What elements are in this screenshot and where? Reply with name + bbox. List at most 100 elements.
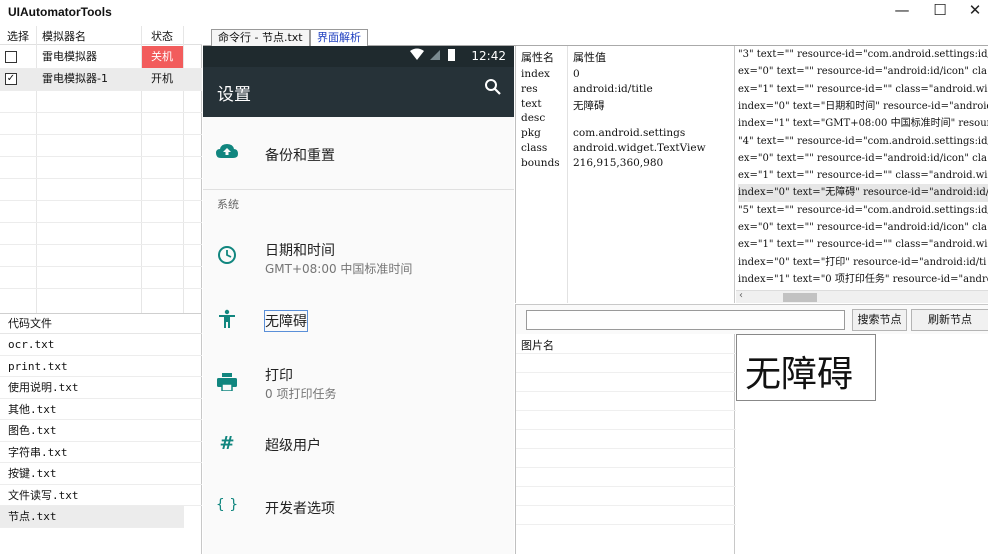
emulator-checkbox[interactable]: ✓ bbox=[5, 73, 17, 85]
property-row[interactable]: pkg com.android.settings bbox=[516, 127, 736, 142]
minimize-button[interactable]: — bbox=[883, 0, 921, 22]
xml-line[interactable]: ex="0" text="" resource-id="android:id/i… bbox=[738, 150, 987, 167]
maximize-button[interactable]: ☐ bbox=[921, 0, 959, 22]
xml-line[interactable]: ex="1" text="" resource-id="" class="and… bbox=[738, 81, 988, 98]
scrollbar-thumb[interactable] bbox=[783, 293, 817, 302]
property-row[interactable]: text 无障碍 bbox=[516, 98, 736, 113]
property-row[interactable]: index 0 bbox=[516, 68, 736, 83]
node-properties-table: 属性名 属性值 index 0 res android:id/title tex… bbox=[515, 46, 735, 303]
cloud-upload-icon bbox=[215, 143, 239, 167]
xml-line[interactable]: ex="1" text="" resource-id="" class="and… bbox=[738, 167, 988, 184]
xml-line[interactable]: index="0" text="日期和时间" resource-id="andr… bbox=[738, 98, 988, 115]
property-key: desc bbox=[521, 112, 546, 125]
file-item[interactable]: 按键.txt bbox=[0, 463, 202, 485]
tab-ui-parse[interactable]: 界面解析 bbox=[310, 29, 368, 46]
close-button[interactable]: ✕ bbox=[956, 0, 988, 22]
property-value: 216,915,360,980 bbox=[573, 156, 664, 169]
xml-line[interactable]: ex="1" text="" resource-id="" class="and… bbox=[738, 236, 988, 253]
xml-line[interactable]: "3" text="" resource-id="com.android.set… bbox=[738, 46, 988, 63]
device-status-bar: 12:42 bbox=[203, 46, 514, 67]
file-item[interactable]: print.txt bbox=[0, 356, 202, 377]
status-badge: 关机 bbox=[142, 46, 183, 68]
settings-item-label: 日期和时间 bbox=[265, 243, 335, 259]
settings-item-label: 无障碍 bbox=[264, 310, 308, 332]
xml-line[interactable]: index="1" text="GMT+08:00 中国标准时间" resour… bbox=[738, 115, 988, 132]
image-list[interactable]: 图片名 bbox=[515, 334, 736, 554]
property-row[interactable]: class android.widget.TextView bbox=[516, 142, 736, 157]
xml-line[interactable]: ex="0" text="" resource-id="android:id/i… bbox=[738, 219, 987, 236]
refresh-node-button[interactable]: 刷新节点 bbox=[911, 309, 988, 331]
xml-line-selected[interactable]: index="0" text="无障碍" resource-id="androi… bbox=[738, 184, 988, 202]
node-xml-list[interactable]: "3" text="" resource-id="com.android.set… bbox=[736, 46, 988, 290]
left-panel: 选择 模拟器名 状态 雷电模拟器 关机 ✓ 雷电模拟器-1 开机 代码文件 oc… bbox=[0, 26, 202, 554]
node-search-bar: 搜索节点 刷新节点 bbox=[515, 304, 988, 334]
search-node-button[interactable]: 搜索节点 bbox=[852, 309, 907, 331]
property-key: res bbox=[521, 82, 538, 95]
property-key: pkg bbox=[521, 127, 541, 140]
signal-battery-icons bbox=[410, 48, 462, 65]
xml-line[interactable]: ex="0" text="" resource-id="android:id/i… bbox=[738, 63, 987, 80]
xml-line[interactable]: index="1" text="0 项打印任务" resource-id="an… bbox=[738, 271, 988, 288]
hash-icon: # bbox=[219, 433, 235, 454]
app-title: UIAutomatorTools bbox=[8, 5, 112, 19]
file-item[interactable]: 使用说明.txt bbox=[0, 377, 202, 399]
horizontal-scrollbar[interactable]: ‹ bbox=[736, 290, 988, 303]
xml-line[interactable]: "5" text="" resource-id="com.android.set… bbox=[738, 202, 988, 219]
page-title: 设置 bbox=[217, 85, 251, 105]
status-badge: 开机 bbox=[151, 72, 173, 85]
property-key: class bbox=[521, 142, 548, 154]
property-value: android.widget.TextView bbox=[573, 142, 706, 154]
node-search-input[interactable] bbox=[526, 310, 845, 330]
title-bar: UIAutomatorTools — ☐ ✕ bbox=[0, 0, 988, 26]
node-image-preview: 无障碍 bbox=[736, 334, 876, 401]
scroll-left-icon[interactable]: ‹ bbox=[739, 290, 743, 301]
property-row[interactable]: bounds 216,915,360,980 bbox=[516, 157, 736, 172]
property-key: bounds bbox=[521, 156, 560, 169]
file-item[interactable]: 文件读写.txt bbox=[0, 485, 202, 506]
property-row[interactable]: res android:id/title bbox=[516, 83, 736, 98]
emulator-row[interactable]: ✓ 雷电模拟器-1 开机 bbox=[0, 68, 202, 90]
settings-item-label: 打印 bbox=[265, 368, 293, 384]
settings-app-bar: 设置 bbox=[203, 67, 514, 117]
property-value: android:id/title bbox=[573, 82, 653, 95]
file-item[interactable]: 字符串.txt bbox=[0, 442, 202, 463]
xml-line[interactable]: index="0" text="打印" resource-id="android… bbox=[738, 254, 986, 271]
property-value: 无障碍 bbox=[573, 99, 605, 112]
image-list-header: 图片名 bbox=[521, 339, 554, 352]
emulator-name: 雷电模拟器 bbox=[42, 50, 97, 63]
tab-bar: 命令行 - 节点.txt 界面解析 bbox=[203, 26, 988, 46]
section-header-system: 系统 bbox=[217, 198, 239, 211]
tab-command-line[interactable]: 命令行 - 节点.txt bbox=[211, 29, 310, 46]
device-screen[interactable]: 12:42 设置 备份和重置 系统 日期和时间 GMT+08:00 中国标准时间… bbox=[203, 46, 514, 554]
emulator-checkbox[interactable] bbox=[5, 51, 17, 63]
emulator-row[interactable]: 雷电模拟器 关机 bbox=[0, 46, 202, 68]
property-key: index bbox=[521, 68, 550, 80]
settings-item-backup[interactable]: 备份和重置 bbox=[203, 117, 514, 189]
header-property-name: 属性名 bbox=[521, 51, 554, 64]
braces-icon: { } bbox=[215, 497, 239, 513]
header-property-value: 属性值 bbox=[573, 51, 606, 64]
file-item[interactable]: 其他.txt bbox=[0, 399, 202, 420]
printer-icon bbox=[215, 373, 239, 397]
search-icon[interactable] bbox=[484, 78, 502, 99]
settings-item-developer[interactable]: { } 开发者选项 bbox=[203, 475, 514, 537]
header-select: 选择 bbox=[7, 30, 29, 43]
file-item[interactable]: ocr.txt bbox=[0, 334, 202, 356]
settings-item-accessibility[interactable]: 无障碍 bbox=[203, 289, 514, 351]
settings-item-summary: GMT+08:00 中国标准时间 bbox=[265, 262, 413, 276]
file-item[interactable]: 节点.txt bbox=[0, 506, 184, 528]
property-row[interactable]: desc bbox=[516, 112, 736, 127]
properties-header: 属性名 属性值 bbox=[516, 49, 736, 66]
accessibility-icon bbox=[215, 309, 239, 333]
clock-icon bbox=[215, 245, 239, 269]
settings-item-datetime[interactable]: 日期和时间 GMT+08:00 中国标准时间 bbox=[203, 219, 514, 289]
device-clock: 12:42 bbox=[471, 49, 506, 63]
settings-item-superuser[interactable]: # 超级用户 bbox=[203, 413, 514, 475]
xml-line[interactable]: "4" text="" resource-id="com.android.set… bbox=[738, 133, 988, 150]
settings-item-label: 开发者选项 bbox=[265, 501, 335, 517]
property-value: 0 bbox=[573, 68, 580, 80]
file-item[interactable]: 图色.txt bbox=[0, 420, 202, 442]
settings-item-print[interactable]: 打印 0 项打印任务 bbox=[203, 351, 514, 413]
settings-item-label: 超级用户 bbox=[265, 438, 321, 454]
header-status: 状态 bbox=[151, 30, 173, 43]
